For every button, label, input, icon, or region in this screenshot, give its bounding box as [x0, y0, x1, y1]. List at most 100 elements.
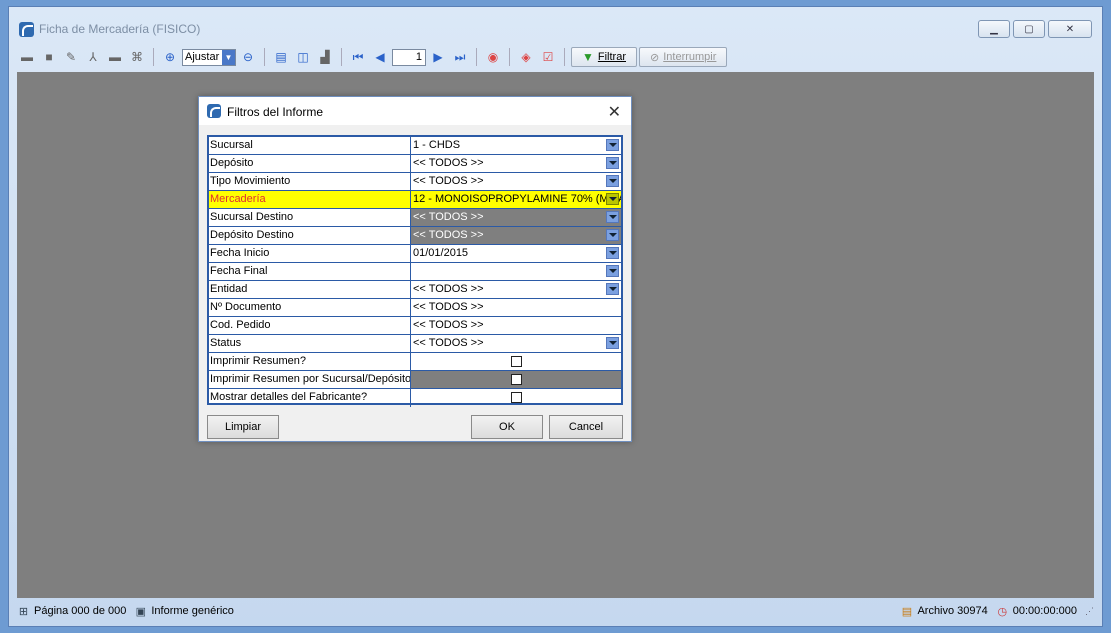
filter-value: << TODOS >>: [411, 209, 621, 226]
stop-icon[interactable]: ◉: [483, 47, 503, 67]
filter-row-deposito[interactable]: Depósito << TODOS >>: [209, 155, 621, 173]
filter-label: Fecha Inicio: [209, 245, 411, 262]
filter-row-sucursal[interactable]: Sucursal 1 - CHDS: [209, 137, 621, 155]
toolbar-separator: [476, 48, 477, 66]
chevron-down-icon[interactable]: [606, 247, 619, 259]
email-icon[interactable]: ▬: [105, 47, 125, 67]
filter-value-text[interactable]: << TODOS >>: [413, 301, 484, 313]
filter-row-detalles-fabricante[interactable]: Mostrar detalles del Fabricante?: [209, 389, 621, 407]
filter-value-text[interactable]: << TODOS >>: [413, 319, 484, 331]
dialog-title-bar: Filtros del Informe ✕: [199, 97, 631, 125]
filter-row-fecha-inicio[interactable]: Fecha Inicio 01/01/2015: [209, 245, 621, 263]
page-status: Página 000 de 000: [34, 605, 127, 617]
chevron-down-icon[interactable]: ▼: [222, 49, 235, 65]
ok-button-label: OK: [499, 421, 515, 433]
checkbox[interactable]: [511, 356, 522, 367]
dialog-title: Filtros del Informe: [227, 105, 324, 119]
report-icon: ▣: [135, 605, 147, 618]
page-number-input[interactable]: 1: [392, 48, 426, 66]
close-icon[interactable]: ✕: [608, 102, 621, 122]
interrupt-button-label: Interrumpir: [663, 51, 717, 63]
chevron-down-icon[interactable]: [606, 337, 619, 349]
filter-value-text[interactable]: 01/01/2015: [413, 247, 468, 259]
save-icon[interactable]: ■: [39, 47, 59, 67]
filter-value: << TODOS >>: [411, 299, 621, 316]
filter-settings-icon[interactable]: ◈: [516, 47, 536, 67]
filter-row-fecha-final[interactable]: Fecha Final: [209, 263, 621, 281]
report-status: Informe genérico: [151, 605, 234, 617]
zoom-select[interactable]: Ajustar a ▼: [182, 48, 236, 66]
zoom-in-icon[interactable]: ⊕: [160, 47, 180, 67]
filter-value-text[interactable]: << TODOS >>: [413, 283, 484, 295]
filter-label: Mostrar detalles del Fabricante?: [209, 389, 411, 407]
filter-value: [411, 389, 621, 407]
chevron-down-icon[interactable]: [606, 175, 619, 187]
single-page-icon[interactable]: ▤: [271, 47, 291, 67]
ok-button[interactable]: OK: [471, 415, 543, 439]
status-bar: ⊞ Página 000 de 000 ▣ Informe genérico ▤…: [17, 601, 1094, 621]
interrupt-icon: ⊘: [650, 51, 660, 64]
filter-row-documento[interactable]: Nº Documento << TODOS >>: [209, 299, 621, 317]
clear-button[interactable]: Limpiar: [207, 415, 279, 439]
filter-value: << TODOS >>: [411, 335, 621, 352]
find-icon[interactable]: ⌘: [127, 47, 147, 67]
filter-value-text[interactable]: 1 - CHDS: [413, 139, 460, 151]
close-button[interactable]: ✕: [1048, 20, 1092, 38]
first-page-icon[interactable]: ⏮: [348, 47, 368, 67]
clear-button-label: Limpiar: [224, 421, 262, 433]
filter-row-imprimir-resumen[interactable]: Imprimir Resumen?: [209, 353, 621, 371]
layout-icon[interactable]: ▟: [315, 47, 335, 67]
filter-row-entidad[interactable]: Entidad << TODOS >>: [209, 281, 621, 299]
chevron-down-icon[interactable]: [606, 139, 619, 151]
chevron-down-icon: [606, 229, 619, 241]
filter-row-tipo-movimiento[interactable]: Tipo Movimiento << TODOS >>: [209, 173, 621, 191]
chevron-down-icon[interactable]: [606, 193, 619, 205]
export-icon[interactable]: ✎: [61, 47, 81, 67]
filter-label: Nº Documento: [209, 299, 411, 316]
filter-value-text[interactable]: << TODOS >>: [413, 175, 484, 187]
filter-value: 01/01/2015: [411, 245, 621, 262]
filter-row-status[interactable]: Status << TODOS >>: [209, 335, 621, 353]
zoom-out-icon[interactable]: ⊖: [238, 47, 258, 67]
filter-row-deposito-destino[interactable]: Depósito Destino << TODOS >>: [209, 227, 621, 245]
filter-value-text[interactable]: << TODOS >>: [413, 337, 484, 349]
filter-button-label: Filtrar: [597, 51, 626, 63]
resize-grip-icon[interactable]: ⋰: [1085, 606, 1094, 617]
interrupt-button[interactable]: ⊘ Interrumpir: [639, 47, 728, 67]
filter-value: [411, 353, 621, 370]
checklist-icon[interactable]: ☑: [538, 47, 558, 67]
chevron-down-icon: [606, 211, 619, 223]
filter-value-text[interactable]: 12 - MONOISOPROPYLAMINE 70% (MIPA): [413, 193, 621, 205]
last-page-icon[interactable]: ⏭: [450, 47, 470, 67]
filter-label: Fecha Final: [209, 263, 411, 280]
filter-grid: Sucursal 1 - CHDS Depósito << TODOS >> T…: [207, 135, 623, 407]
maximize-button[interactable]: ▢: [1013, 20, 1045, 38]
filter-row-cod-pedido[interactable]: Cod. Pedido << TODOS >>: [209, 317, 621, 335]
checkbox[interactable]: [511, 392, 522, 403]
filter-row-sucursal-destino[interactable]: Sucursal Destino << TODOS >>: [209, 209, 621, 227]
prev-page-icon[interactable]: ◀: [370, 47, 390, 67]
print-icon[interactable]: ▬: [17, 47, 37, 67]
filter-label: Sucursal: [209, 137, 411, 154]
multi-page-icon[interactable]: ◫: [293, 47, 313, 67]
minimize-button[interactable]: ▁: [978, 20, 1010, 38]
filter-label: Imprimir Resumen por Sucursal/Depósito?: [209, 371, 411, 388]
next-page-icon[interactable]: ▶: [428, 47, 448, 67]
app-icon: [19, 22, 34, 37]
toolbar-separator: [341, 48, 342, 66]
chevron-down-icon[interactable]: [606, 265, 619, 277]
title-bar: Ficha de Mercadería (FISICO) ▁ ▢ ✕: [9, 7, 1102, 43]
filter-value-text[interactable]: << TODOS >>: [413, 157, 484, 169]
filter-row-resumen-sucursal[interactable]: Imprimir Resumen por Sucursal/Depósito?: [209, 371, 621, 389]
filter-value: << TODOS >>: [411, 281, 621, 298]
filter-label: Status: [209, 335, 411, 352]
filter-label: Sucursal Destino: [209, 209, 411, 226]
filter-label: Tipo Movimiento: [209, 173, 411, 190]
pdf-icon[interactable]: ⅄: [83, 47, 103, 67]
cancel-button[interactable]: Cancel: [549, 415, 623, 439]
filter-label: Depósito: [209, 155, 411, 172]
chevron-down-icon[interactable]: [606, 283, 619, 295]
filter-button[interactable]: ▼ Filtrar: [571, 47, 637, 67]
filter-row-mercaderia[interactable]: Mercadería 12 - MONOISOPROPYLAMINE 70% (…: [209, 191, 621, 209]
chevron-down-icon[interactable]: [606, 157, 619, 169]
